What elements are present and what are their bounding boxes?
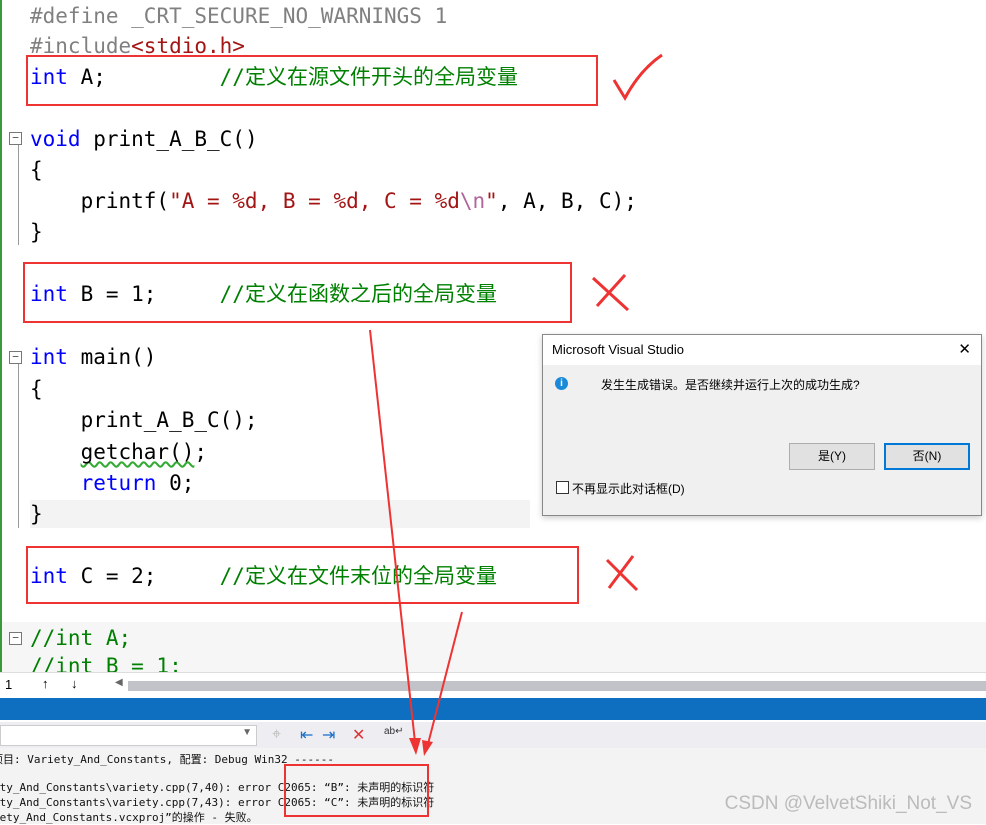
dialog-title: Microsoft Visual Studio [552,342,684,357]
dialog-message: 发生生成错误。是否继续并运行上次的成功生成? [601,378,860,392]
no-button[interactable]: 否(N) [884,443,970,470]
x-mark [591,273,630,312]
yes-button[interactable]: 是(Y) [789,443,875,470]
dialog-titlebar: Microsoft Visual Studio ✕ [543,335,981,365]
message-dialog: Microsoft Visual Studio ✕ i 发生生成错误。是否继续并运… [542,334,982,516]
info-icon: i [555,377,568,390]
arrow-line [369,329,416,743]
close-icon[interactable]: ✕ [958,335,971,365]
arrow-head [409,738,421,755]
arrow-line [427,611,463,745]
arrow-head [422,740,433,756]
dont-show-label[interactable]: 不再显示此对话框(D) [572,480,685,497]
x-mark [605,555,639,592]
check-mark [612,53,663,101]
watermark: CSDN @VelvetShiki_Not_VS [724,793,972,814]
dont-show-checkbox[interactable] [556,481,569,494]
